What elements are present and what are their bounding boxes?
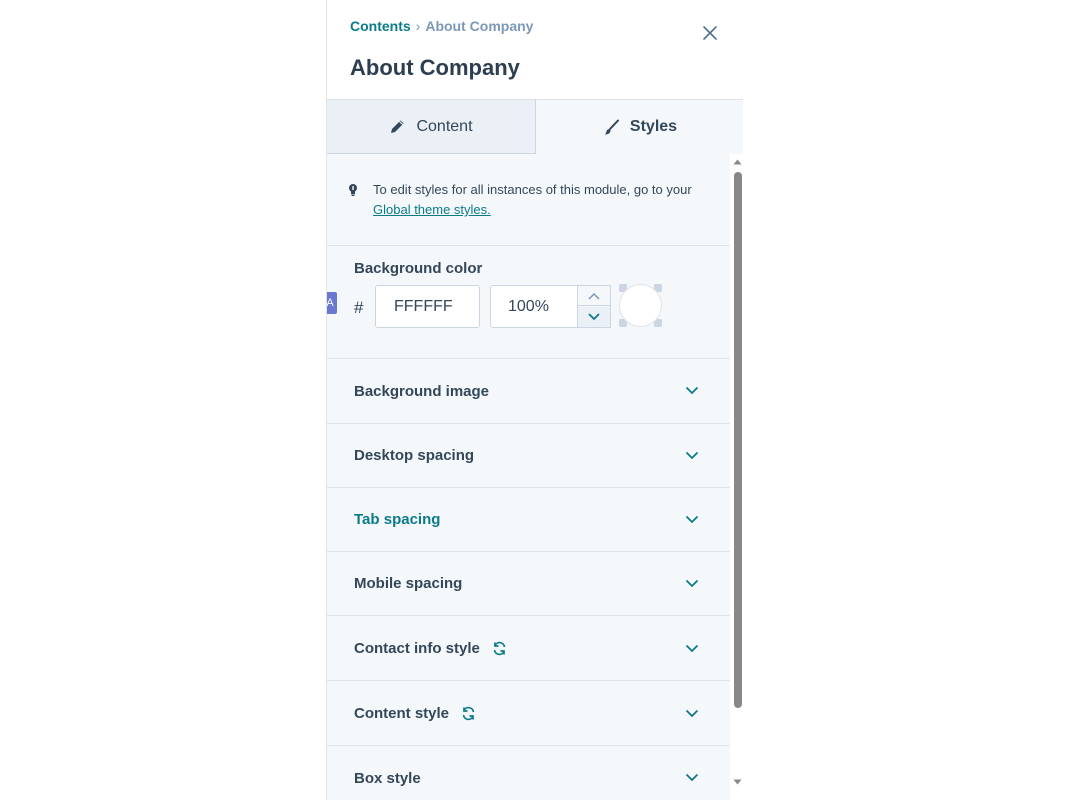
color-swatch-button[interactable] <box>618 283 663 328</box>
lightbulb-icon <box>349 184 357 196</box>
chevron-down-icon <box>685 386 699 395</box>
breadcrumb: Contents › About Company <box>350 18 533 34</box>
color-swatch-icon <box>619 284 662 327</box>
global-theme-styles-link[interactable]: Global theme styles. <box>373 202 491 217</box>
breadcrumb-contents-link[interactable]: Contents <box>350 18 411 34</box>
tab-styles-label: Styles <box>629 118 678 135</box>
section-tab-spacing[interactable]: Tab spacing <box>327 488 730 552</box>
section-label: Mobile spacing <box>354 575 463 592</box>
section-label: Tab spacing <box>354 511 441 528</box>
close-button[interactable] <box>701 24 719 42</box>
tab-bar: Content Styles <box>327 99 743 154</box>
chevron-up-icon <box>588 292 600 300</box>
style-editor-panel: Contents › About Company About Company Con… <box>326 0 743 800</box>
info-text: To edit styles for all instances of this… <box>373 180 703 220</box>
info-message: To edit styles for all instances of this… <box>327 154 730 246</box>
chevron-down-icon <box>685 451 699 460</box>
hash-symbol: # <box>354 298 364 317</box>
tab-styles[interactable]: Styles <box>536 100 743 154</box>
section-background-image[interactable]: Background image <box>327 359 730 424</box>
close-icon <box>703 26 717 40</box>
section-contact-info-style[interactable]: Contact info style <box>327 616 730 681</box>
chevron-down-icon <box>588 313 600 321</box>
breadcrumb-current: About Company <box>425 18 534 34</box>
background-color-field: A Background color # FFFFFF 100% <box>327 246 730 359</box>
opacity-stepper <box>577 285 611 328</box>
side-tag-badge[interactable]: A <box>327 292 337 314</box>
styles-scroll-area: To edit styles for all instances of this… <box>327 154 730 800</box>
info-message-text: To edit styles for all instances of this… <box>373 182 692 197</box>
section-label: Contact info style <box>354 640 480 657</box>
opacity-decrease-button[interactable] <box>578 307 610 327</box>
background-color-label: Background color <box>354 260 483 277</box>
section-box-style[interactable]: Box style <box>327 746 730 800</box>
section-label: Content style <box>354 705 450 722</box>
hex-color-input[interactable]: FFFFFF <box>375 285 480 328</box>
section-label-row: Contact info style <box>354 640 507 657</box>
chevron-down-icon <box>685 709 699 718</box>
section-mobile-spacing[interactable]: Mobile spacing <box>327 552 730 616</box>
opacity-increase-button[interactable] <box>578 286 610 306</box>
sync-icon <box>492 641 507 656</box>
section-label: Box style <box>354 770 421 787</box>
tab-content[interactable]: Content <box>327 100 536 154</box>
brush-icon <box>604 119 619 134</box>
scrollbar-thumb[interactable] <box>734 172 742 708</box>
pencil-icon <box>391 120 404 133</box>
section-content-style[interactable]: Content style <box>327 681 730 746</box>
section-label: Background image <box>354 383 490 400</box>
section-label: Desktop spacing <box>354 447 475 464</box>
chevron-down-icon <box>685 579 699 588</box>
tab-content-label: Content <box>416 117 473 135</box>
breadcrumb-separator: › <box>415 18 421 34</box>
section-desktop-spacing[interactable]: Desktop spacing <box>327 424 730 488</box>
sync-icon <box>461 706 476 721</box>
scroll-up-arrow-icon[interactable] <box>733 158 742 166</box>
chevron-down-icon <box>685 515 699 524</box>
opacity-value: 100% <box>508 298 549 315</box>
chevron-down-icon <box>685 644 699 653</box>
section-label-row: Content style <box>354 705 476 722</box>
chevron-down-icon <box>685 773 699 782</box>
scrollbar[interactable] <box>733 158 742 792</box>
scroll-down-arrow-icon[interactable] <box>733 778 742 786</box>
page-title: About Company <box>350 55 520 80</box>
opacity-input[interactable]: 100% <box>490 285 611 328</box>
